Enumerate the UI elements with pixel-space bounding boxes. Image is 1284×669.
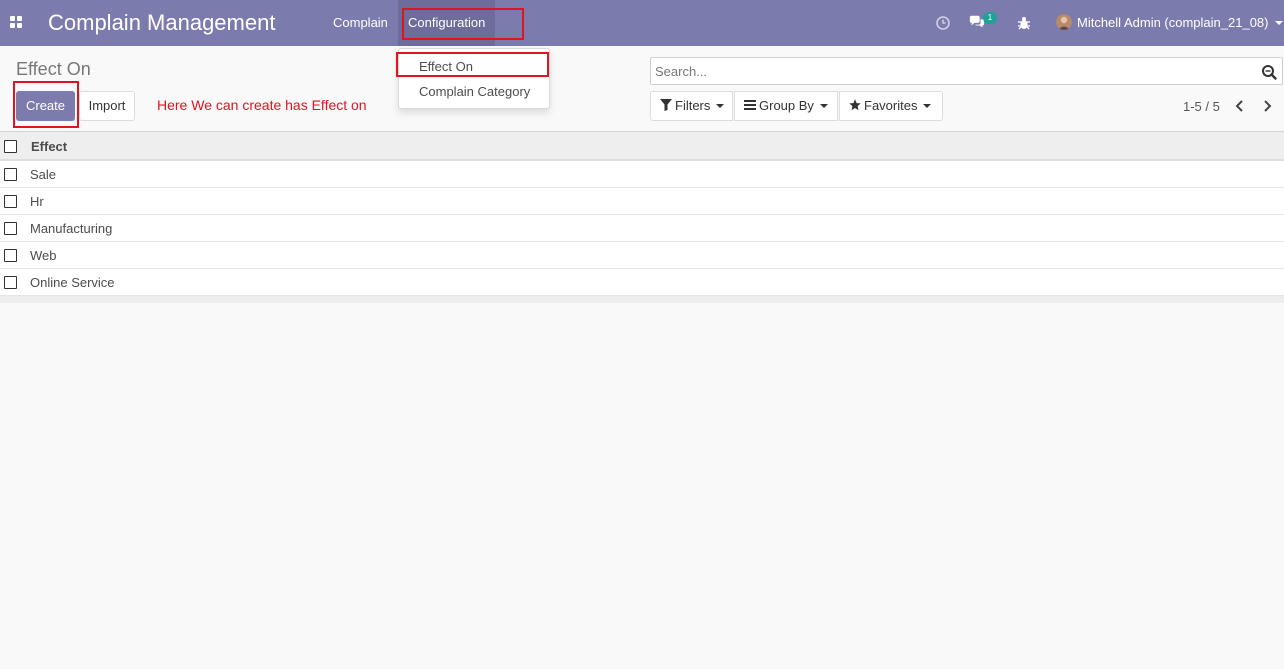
group-by-caret-icon: [819, 104, 828, 108]
pager-previous-icon[interactable]: [1233, 98, 1247, 114]
row-checkbox[interactable]: [4, 195, 17, 208]
cell-effect: Online Service: [30, 275, 115, 290]
app-title: Complain Management: [48, 10, 276, 35]
favorites-caret-icon: [923, 104, 932, 108]
user-menu-caret-icon[interactable]: [1275, 21, 1283, 25]
table-row[interactable]: Sale: [0, 161, 1284, 188]
select-all-checkbox[interactable]: [4, 140, 17, 153]
filters-button[interactable]: Filters: [650, 91, 733, 121]
group-by-button[interactable]: Group By: [734, 91, 838, 121]
cell-effect: Web: [30, 248, 57, 263]
cell-effect: Sale: [30, 167, 57, 182]
activity-clock-icon[interactable]: [935, 15, 951, 31]
search-bar: [650, 57, 1283, 85]
table-row[interactable]: Hr: [0, 188, 1284, 215]
search-input[interactable]: [655, 62, 1245, 80]
list-header: Effect: [0, 131, 1284, 161]
pager-value[interactable]: 1-5 / 5: [1183, 99, 1220, 114]
favorites-label: Favorites: [864, 98, 918, 113]
search-icon[interactable]: [1261, 64, 1277, 80]
dropdown-item-complain-category[interactable]: Complain Category: [419, 84, 530, 99]
row-checkbox[interactable]: [4, 222, 17, 235]
column-header-effect[interactable]: Effect: [31, 139, 67, 154]
table-row[interactable]: Online Service: [0, 269, 1284, 296]
list-footer: [0, 296, 1284, 303]
group-by-label: Group By: [759, 98, 814, 113]
cell-effect: Hr: [30, 194, 44, 209]
import-button[interactable]: Import: [79, 91, 135, 121]
apps-menu-icon[interactable]: [10, 16, 22, 28]
annotation-text: Here We can create has Effect on: [157, 97, 367, 113]
filters-caret-icon: [716, 104, 725, 108]
menu-complain[interactable]: Complain: [323, 0, 398, 46]
list-view: Effect Sale Hr Manufacturing Web Online …: [0, 131, 1284, 303]
row-checkbox[interactable]: [4, 168, 17, 181]
favorites-button[interactable]: Favorites: [839, 91, 943, 121]
user-avatar[interactable]: [1056, 14, 1072, 30]
top-navbar: Complain Management Complain Configurati…: [0, 0, 1284, 46]
cell-effect: Manufacturing: [30, 221, 113, 236]
table-row[interactable]: Manufacturing: [0, 215, 1284, 242]
row-checkbox[interactable]: [4, 249, 17, 262]
filters-label: Filters: [675, 98, 711, 113]
configuration-highlight-box: [402, 8, 524, 40]
message-count-badge: 1: [983, 12, 997, 24]
debug-bug-icon[interactable]: [1016, 15, 1032, 31]
breadcrumb: Effect On: [16, 59, 91, 79]
table-row[interactable]: Web: [0, 242, 1284, 269]
create-highlight-box: [13, 81, 79, 128]
row-checkbox[interactable]: [4, 276, 17, 289]
list-bars-icon: [744, 100, 756, 110]
filter-funnel-icon: [660, 99, 672, 111]
pager-next-icon[interactable]: [1260, 98, 1274, 114]
star-icon: [849, 99, 861, 111]
effect-on-highlight-box: [396, 52, 549, 77]
user-menu-name[interactable]: Mitchell Admin (complain_21_08): [1077, 15, 1268, 30]
